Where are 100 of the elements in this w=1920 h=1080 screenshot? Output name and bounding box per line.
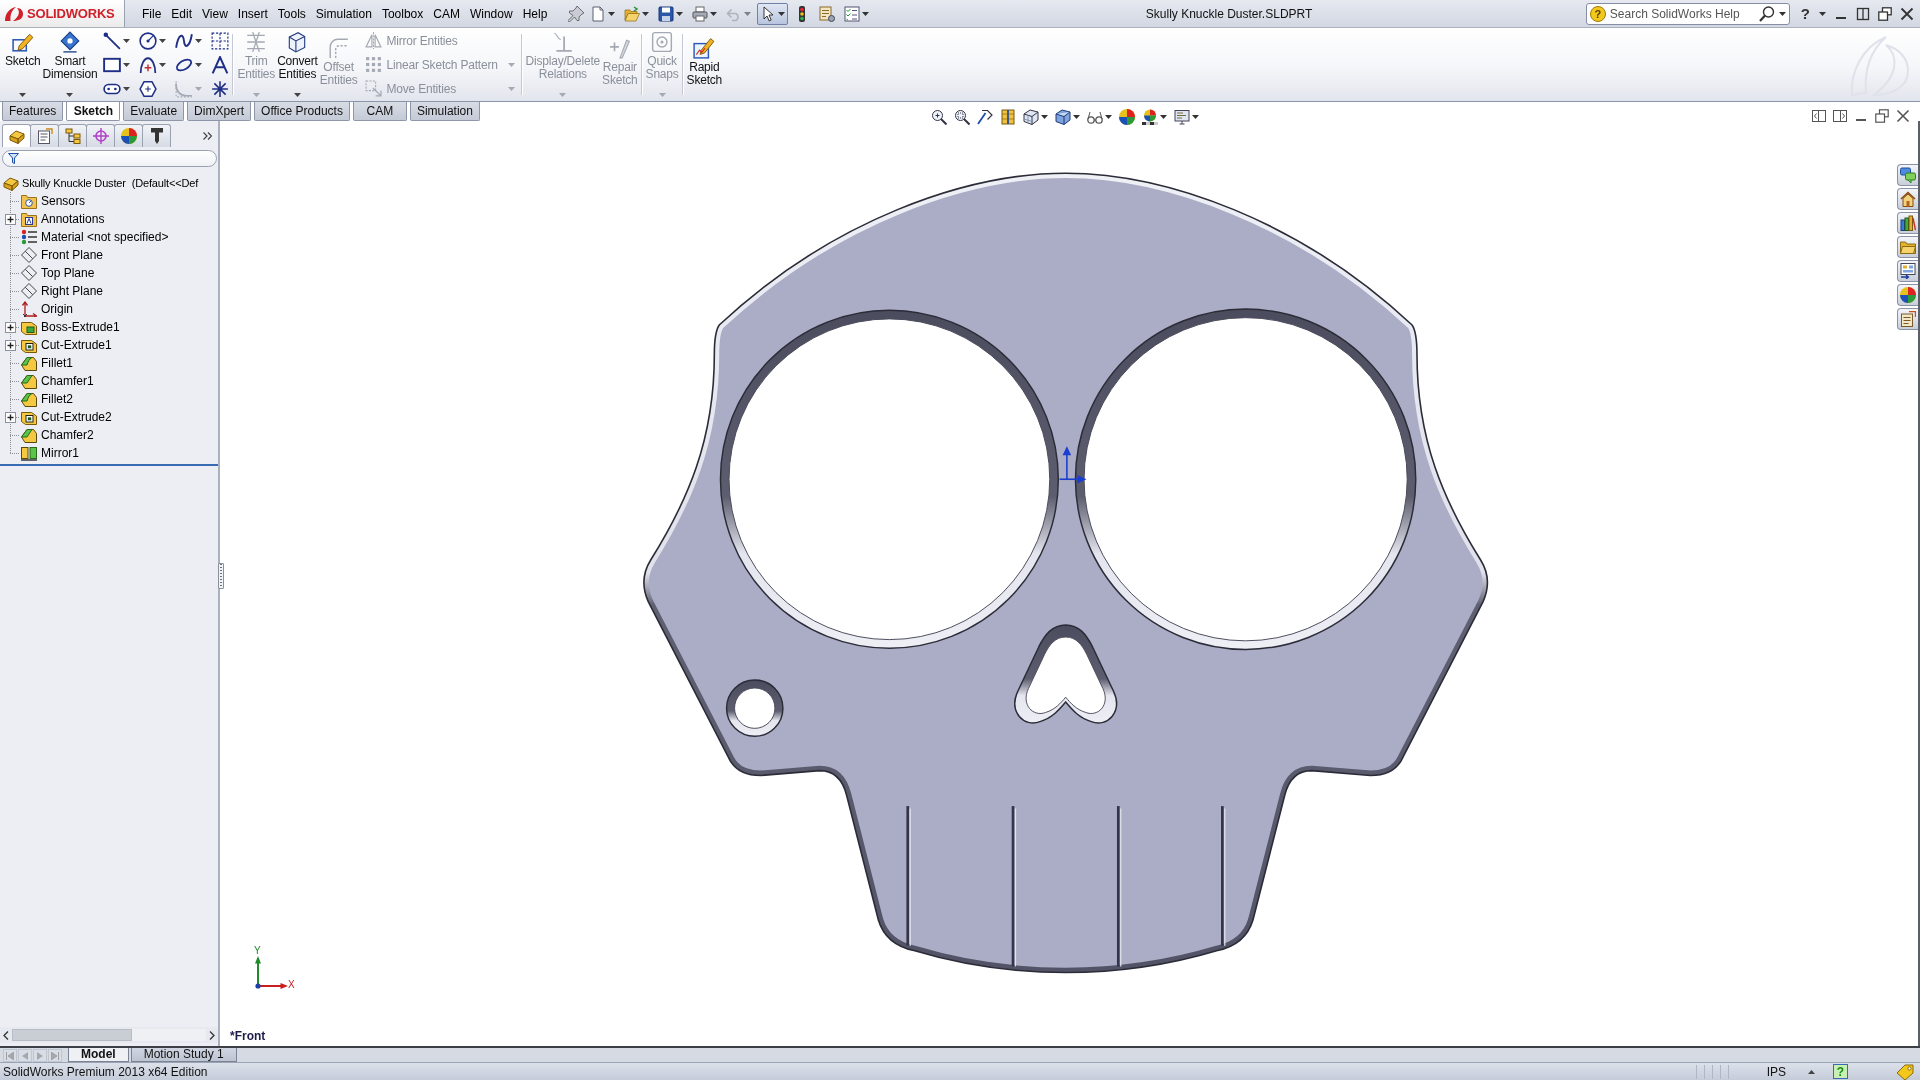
tag-icon[interactable] — [1896, 1063, 1914, 1080]
task-pane-tab[interactable] — [1897, 188, 1918, 210]
caret-icon — [559, 93, 567, 97]
menu-item[interactable]: Window — [464, 3, 518, 24]
text-icon — [211, 55, 230, 74]
tile-windows-icon[interactable] — [1856, 6, 1870, 21]
settings-icon — [819, 5, 836, 22]
panel-tab[interactable] — [142, 124, 171, 147]
restore-icon[interactable] — [1878, 6, 1892, 21]
restore-icon[interactable] — [1875, 109, 1889, 123]
sketch-tool-button[interactable] — [138, 30, 168, 51]
sketch-tool-button[interactable] — [210, 78, 231, 99]
search-field[interactable]: ? Search SolidWorks Help — [1585, 2, 1790, 25]
splitter-handle[interactable] — [218, 563, 224, 589]
menu-item[interactable]: File — [137, 3, 167, 24]
dimension-diamond-icon — [58, 31, 81, 53]
expand-plus-icon[interactable] — [5, 321, 16, 333]
panel-tab[interactable] — [2, 124, 31, 147]
annotation-folder-icon — [21, 211, 37, 227]
toolbar-button[interactable] — [757, 2, 789, 25]
close-icon[interactable] — [1896, 109, 1910, 123]
glasses-icon — [1087, 109, 1103, 125]
view-tool-button[interactable] — [930, 109, 948, 125]
view-tool-button[interactable] — [976, 109, 994, 125]
caret-icon — [195, 86, 203, 91]
line-icon — [103, 31, 122, 50]
sketch-tool-button[interactable] — [138, 78, 159, 99]
arrow-return-icon — [977, 109, 993, 125]
ribbon-button[interactable]: Rapid Sketch — [685, 28, 724, 101]
scrollbar-thumb[interactable] — [12, 1029, 132, 1041]
caret-icon — [252, 93, 260, 97]
view-tool-button[interactable] — [999, 109, 1017, 125]
axis-triad-icon — [254, 956, 288, 990]
ribbon-button[interactable]: Sketch — [4, 28, 42, 101]
task-pane-tab[interactable] — [1897, 284, 1918, 306]
tab[interactable]: Features — [2, 102, 64, 121]
task-pane-tab[interactable] — [1897, 308, 1918, 330]
caret-icon — [195, 62, 203, 67]
double-chevron-icon[interactable] — [203, 131, 212, 140]
caret-icon — [710, 11, 718, 16]
view-tool-button[interactable] — [1086, 109, 1113, 125]
split-left-icon[interactable] — [1812, 109, 1826, 123]
menu-item[interactable]: Edit — [166, 3, 198, 24]
pencil-sketch-icon — [11, 31, 34, 53]
chevron-right-icon[interactable] — [209, 1030, 215, 1040]
triangle-left-icon — [21, 1051, 29, 1060]
panel-tab[interactable] — [58, 124, 87, 147]
sketch-tool-button[interactable] — [210, 54, 231, 75]
filter-field[interactable] — [2, 150, 217, 167]
ribbon-button[interactable]: Smart Dimension — [41, 28, 99, 101]
caret-icon — [1192, 115, 1199, 119]
menu-item[interactable]: Simulation — [310, 3, 377, 24]
task-pane-tab[interactable] — [1897, 260, 1918, 282]
menu-item[interactable]: Insert — [232, 3, 273, 24]
menu-item[interactable]: View — [197, 3, 233, 24]
split-right-icon[interactable] — [1833, 109, 1847, 123]
menu-item[interactable]: CAM — [428, 3, 465, 24]
caret-icon — [862, 11, 870, 16]
hexagon-icon — [139, 79, 158, 98]
expand-plus-icon[interactable] — [5, 411, 16, 423]
sketch-tool-button[interactable] — [210, 30, 231, 51]
tab[interactable]: Evaluate — [123, 102, 185, 121]
menu-item[interactable]: Help — [517, 3, 553, 24]
close-icon[interactable] — [1900, 6, 1914, 21]
sketch-tool-button[interactable] — [102, 30, 132, 51]
panel-tab[interactable] — [30, 124, 59, 147]
caret-icon — [195, 38, 203, 43]
tab[interactable]: Model — [68, 1048, 129, 1062]
caret-up-icon[interactable] — [1808, 1069, 1815, 1074]
tab[interactable]: DimXpert — [187, 102, 252, 121]
tab[interactable]: Office Products — [254, 102, 350, 121]
pushpin-icon[interactable] — [568, 5, 585, 22]
view-tool-button[interactable] — [1173, 109, 1200, 125]
divider-lines — [1695, 1064, 1729, 1079]
help-button[interactable]: ? — [1799, 5, 1811, 22]
task-pane-tab[interactable] — [1897, 212, 1918, 234]
caret-icon — [123, 86, 131, 91]
units-label[interactable]: IPS — [1766, 1064, 1786, 1079]
caret-icon — [159, 38, 167, 43]
tab[interactable]: Simulation — [409, 102, 480, 121]
expand-plus-icon[interactable] — [5, 339, 16, 351]
panel-tab[interactable] — [114, 124, 143, 147]
tab[interactable]: CAM — [352, 102, 407, 121]
funnel-icon — [8, 153, 19, 164]
sketch-tool-button[interactable] — [138, 54, 168, 75]
tree-item[interactable]: Skully Knuckle Duster (Default<<Def — [0, 174, 199, 192]
ribbon-button[interactable]: Convert Entities — [276, 28, 319, 101]
menu-item[interactable]: Tools — [272, 3, 311, 24]
help-button[interactable]: ? — [1833, 1064, 1848, 1079]
books-icon — [1900, 215, 1916, 231]
tab[interactable]: Sketch — [66, 102, 121, 121]
dashed-grid-icon — [211, 31, 230, 50]
caret-icon[interactable] — [1819, 11, 1826, 16]
expand-plus-icon[interactable] — [5, 213, 16, 225]
tab[interactable]: Motion Study 1 — [130, 1048, 237, 1062]
task-pane-tab[interactable] — [1897, 164, 1918, 186]
axis-label: X — [288, 980, 295, 990]
chevron-left-icon[interactable] — [3, 1030, 9, 1040]
menu-item[interactable]: Toolbox — [376, 3, 429, 24]
task-pane-tab[interactable] — [1897, 236, 1918, 258]
